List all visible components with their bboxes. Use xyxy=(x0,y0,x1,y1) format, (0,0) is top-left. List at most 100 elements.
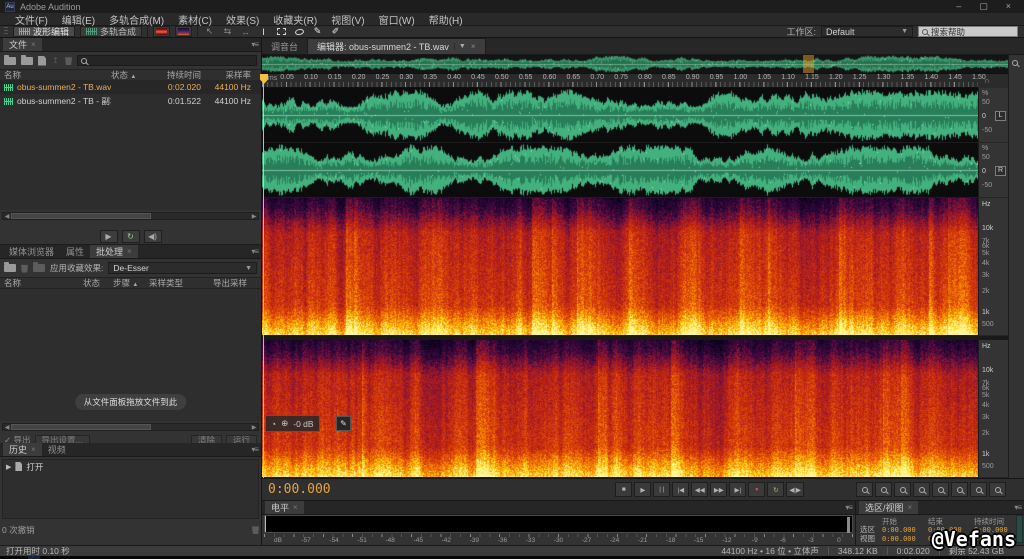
timeline-ruler[interactable]: hms 0.050.100.150.200.250.300.350.400.45… xyxy=(262,74,978,88)
add-files-icon[interactable] xyxy=(4,264,16,272)
multitrack-button[interactable]: 多轨合成 xyxy=(80,26,142,37)
panel-menu-icon[interactable]: ▾≡ xyxy=(251,40,258,49)
files-search-input[interactable] xyxy=(90,56,253,66)
batch-drop-area[interactable]: 从文件面板拖放文件到此 xyxy=(0,289,261,421)
tab-levels[interactable]: 电平× xyxy=(265,501,304,514)
preview-autoplay-button[interactable]: ◀) xyxy=(144,230,162,243)
waveform-right-channel[interactable] xyxy=(262,143,978,198)
duplicate-icon[interactable] xyxy=(33,264,45,272)
tab-mixer[interactable]: 调音台 xyxy=(262,38,307,54)
gain-hud[interactable]: ◔ ⊕ -0 dB xyxy=(265,415,320,432)
insert-multitrack-icon[interactable]: ↥ xyxy=(51,56,60,65)
column-sample-type[interactable]: 采样类型 xyxy=(149,277,213,289)
files-hscrollbar[interactable]: ◀ ▶ xyxy=(2,212,259,220)
zoom-out-button[interactable] xyxy=(875,482,892,497)
spectrogram-right-channel[interactable] xyxy=(262,340,978,478)
tab-batch-process[interactable]: 批处理× xyxy=(90,245,138,258)
workspace-select[interactable]: Default ▼ xyxy=(821,26,913,37)
trash-icon[interactable] xyxy=(252,525,259,534)
file-row[interactable]: obus-summen2 - TB - 副本.wav 0:01.522 4410… xyxy=(0,94,261,108)
close-icon[interactable]: × xyxy=(127,247,132,256)
pause-button[interactable]: | | xyxy=(653,482,670,497)
scroll-left-icon[interactable]: ◀ xyxy=(3,424,11,431)
column-name[interactable]: 名称 xyxy=(4,277,83,289)
view-start[interactable]: 0:00.000 xyxy=(882,535,928,543)
column-status[interactable]: 状态 xyxy=(83,277,113,289)
menu-item[interactable]: 收藏夹(R) xyxy=(266,12,324,27)
paintbrush-selection-tool-icon[interactable]: ✎ xyxy=(311,26,324,38)
zoom-navigate-icon[interactable] xyxy=(1012,58,1018,69)
files-search-box[interactable] xyxy=(77,55,257,66)
trash-icon[interactable] xyxy=(65,56,72,65)
tab-properties[interactable]: 属性 xyxy=(60,245,90,258)
zoom-in-amplitude-button[interactable] xyxy=(951,482,968,497)
lasso-selection-tool-icon[interactable] xyxy=(293,26,306,38)
spectral-display-toggle[interactable] xyxy=(175,26,192,37)
help-search-input[interactable] xyxy=(931,27,1011,37)
preview-loop-button[interactable]: ↻ xyxy=(122,230,140,243)
close-icon[interactable]: × xyxy=(908,503,913,512)
menu-item[interactable]: 素材(C) xyxy=(171,12,219,27)
slip-tool-icon[interactable]: ⇆ xyxy=(221,26,234,38)
waveform-left-channel[interactable] xyxy=(262,88,978,143)
waveform-display-toggle[interactable] xyxy=(153,26,170,37)
preview-play-button[interactable]: ▶ xyxy=(100,230,118,243)
close-icon[interactable]: × xyxy=(471,42,476,51)
channel-badge-right[interactable]: R xyxy=(995,166,1006,176)
close-icon[interactable]: × xyxy=(293,503,298,512)
marquee-selection-tool-icon[interactable] xyxy=(275,26,288,38)
panel-menu-icon[interactable]: ▾≡ xyxy=(845,503,852,512)
favorite-effect-select[interactable]: De-Esser ▼ xyxy=(108,262,257,274)
zoom-in-button[interactable] xyxy=(856,482,873,497)
scroll-right-icon[interactable]: ▶ xyxy=(250,213,258,220)
menu-item[interactable]: 帮助(H) xyxy=(422,12,470,27)
spectrogram-left-channel[interactable] xyxy=(262,198,978,336)
maximize-button[interactable]: ▢ xyxy=(979,1,988,12)
stop-button[interactable]: ■ xyxy=(615,482,632,497)
scroll-left-icon[interactable]: ◀ xyxy=(3,213,11,220)
menu-item[interactable]: 效果(S) xyxy=(219,12,266,27)
close-button[interactable]: × xyxy=(1006,1,1011,12)
panel-menu-icon[interactable]: ▾≡ xyxy=(251,445,258,454)
skip-to-end-button[interactable]: ▶| xyxy=(729,482,746,497)
close-icon[interactable]: × xyxy=(31,445,36,454)
zoom-full-button[interactable] xyxy=(989,482,1006,497)
zoom-in-time-button[interactable] xyxy=(894,482,911,497)
tab-media-browser[interactable]: 媒体浏览器 xyxy=(3,245,60,258)
import-file-icon[interactable] xyxy=(21,57,33,65)
menu-item[interactable]: 视图(V) xyxy=(324,12,371,27)
zoom-out-time-button[interactable] xyxy=(913,482,930,497)
skip-selection-button[interactable]: ◀|▶ xyxy=(786,482,804,497)
panel-menu-icon[interactable]: ▾≡ xyxy=(251,247,258,256)
brush-hud-button[interactable]: ✎ xyxy=(336,416,351,431)
tab-files[interactable]: 文件× xyxy=(3,38,42,51)
remove-files-icon[interactable] xyxy=(21,264,28,273)
selection-panel-scrollbar[interactable] xyxy=(1016,515,1023,543)
chevron-down-icon[interactable]: ▼ xyxy=(454,43,466,50)
minimize-button[interactable]: – xyxy=(956,1,961,12)
help-search-box[interactable] xyxy=(918,26,1018,37)
tab-video[interactable]: 视频 xyxy=(42,443,72,456)
close-icon[interactable]: × xyxy=(31,40,36,49)
record-button[interactable]: ● xyxy=(748,482,765,497)
scroll-right-icon[interactable]: ▶ xyxy=(250,424,258,431)
move-tool-icon[interactable]: ↖ xyxy=(203,26,216,38)
fast-forward-button[interactable]: ▶▶ xyxy=(710,482,727,497)
column-steps[interactable]: 步骤 ▲ xyxy=(113,277,149,289)
history-item[interactable]: ▶ 打开 xyxy=(3,460,258,473)
time-selection-tool-icon[interactable]: I xyxy=(257,26,270,38)
panel-menu-icon[interactable]: ▾≡ xyxy=(1014,503,1021,512)
loop-playback-button[interactable]: ↻ xyxy=(767,482,784,497)
menu-item[interactable]: 窗口(W) xyxy=(372,12,422,27)
batch-hscrollbar[interactable]: ◀ ▶ xyxy=(2,423,259,431)
skip-to-start-button[interactable]: |◀ xyxy=(672,482,689,497)
zoom-to-selection-button[interactable] xyxy=(932,482,949,497)
waveform-editor-button[interactable]: 波形编辑 xyxy=(13,26,75,37)
open-file-icon[interactable] xyxy=(4,57,16,65)
selection-start[interactable]: 0:00.000 xyxy=(882,526,928,534)
tab-editor[interactable]: 编辑器: obus-summen2 - TB.wav ▼ × xyxy=(307,38,485,54)
tab-selection-view[interactable]: 选区/视图× xyxy=(859,501,918,514)
tab-history[interactable]: 历史× xyxy=(3,443,42,456)
column-export-sample[interactable]: 导出采样 xyxy=(213,277,257,289)
channel-badge-left[interactable]: L xyxy=(995,111,1006,121)
